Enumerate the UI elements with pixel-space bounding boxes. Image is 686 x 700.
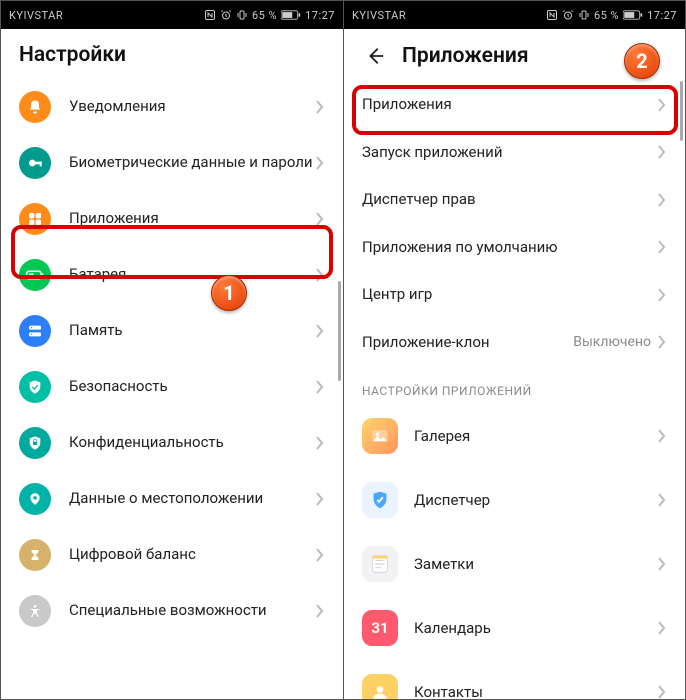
apps-icon: [19, 203, 51, 235]
chevron-right-icon: [657, 621, 667, 635]
settings-item-location[interactable]: Данные о местоположении: [1, 471, 343, 527]
chevron-right-icon: [315, 324, 325, 338]
phone-left: KYIVSTAR 65 % 17:27 Настройки Уведомлени…: [1, 1, 343, 699]
chevron-right-icon: [315, 604, 325, 618]
chevron-right-icon: [657, 429, 667, 443]
time-label: 17:27: [305, 9, 335, 22]
settings-list: Уведомления Биометрические данные и паро…: [1, 75, 343, 639]
page-title: Приложения: [402, 44, 529, 68]
section-header-apps: НАСТРОЙКИ ПРИЛОЖЕНИЙ: [344, 366, 685, 404]
location-icon: [19, 483, 51, 515]
phone-right: KYIVSTAR 65 % 17:27 Приложения Приложени…: [343, 1, 685, 699]
carrier-label: KYIVSTAR: [9, 9, 204, 22]
app-row-contacts[interactable]: Контакты: [344, 660, 685, 699]
apps-item-permissions[interactable]: Диспетчер прав: [344, 176, 685, 224]
gallery-icon: [362, 418, 398, 454]
chevron-right-icon: [315, 436, 325, 450]
app-row-notes[interactable]: Заметки: [344, 532, 685, 596]
scrollbar-thumb[interactable]: [680, 81, 683, 141]
status-bar: KYIVSTAR 65 % 17:27: [344, 1, 685, 29]
step-badge-2: 2: [624, 43, 660, 79]
vibrate-icon: [236, 9, 248, 21]
settings-item-storage[interactable]: Память: [1, 303, 343, 359]
battery-label: 65 %: [252, 9, 277, 22]
battery-icon: [623, 10, 643, 20]
status-bar: KYIVSTAR 65 % 17:27: [1, 1, 343, 29]
chevron-right-icon: [657, 288, 667, 302]
nfc-icon: [546, 9, 558, 21]
key-icon: [19, 147, 51, 179]
alarm-icon: [562, 9, 574, 21]
notes-icon: [362, 546, 398, 582]
chevron-right-icon: [657, 557, 667, 571]
battery-circle-icon: [19, 259, 51, 291]
hourglass-icon: [19, 539, 51, 571]
shield-icon: [362, 482, 398, 518]
header: Настройки: [1, 29, 343, 75]
settings-item-digital-balance[interactable]: Цифровой баланс: [1, 527, 343, 583]
bell-icon: [19, 91, 51, 123]
page-title: Настройки: [19, 43, 126, 67]
settings-item-accessibility[interactable]: Специальные возможности: [1, 583, 343, 639]
status-right: 65 % 17:27: [546, 9, 677, 22]
clone-value: Выключено: [573, 334, 651, 350]
settings-item-battery[interactable]: Батарея: [1, 247, 343, 303]
app-row-gallery[interactable]: Галерея: [344, 404, 685, 468]
chevron-right-icon: [657, 493, 667, 507]
chevron-right-icon: [657, 145, 667, 159]
contacts-icon: [362, 674, 398, 699]
chevron-right-icon: [657, 240, 667, 254]
scrollbar-thumb[interactable]: [338, 281, 341, 381]
chevron-right-icon: [315, 548, 325, 562]
settings-item-notifications[interactable]: Уведомления: [1, 79, 343, 135]
time-label: 17:27: [647, 9, 677, 22]
arrow-left-icon: [364, 45, 386, 67]
chevron-right-icon: [315, 212, 325, 226]
chevron-right-icon: [657, 685, 667, 699]
chevron-right-icon: [657, 335, 667, 349]
chevron-right-icon: [315, 100, 325, 114]
status-right: 65 % 17:27: [204, 9, 335, 22]
chevron-right-icon: [657, 193, 667, 207]
apps-item-clone[interactable]: Приложение-клон Выключено: [344, 319, 685, 367]
back-button[interactable]: [362, 43, 388, 69]
shield-lock-icon: [19, 427, 51, 459]
nfc-icon: [204, 9, 216, 21]
chevron-right-icon: [315, 156, 325, 170]
settings-item-security[interactable]: Безопасность: [1, 359, 343, 415]
app-row-calendar[interactable]: 31 Календарь: [344, 596, 685, 660]
apps-item-apps[interactable]: Приложения: [344, 81, 685, 129]
apps-list: Приложения Запуск приложений Диспетчер п…: [344, 77, 685, 699]
vibrate-icon: [578, 9, 590, 21]
battery-icon: [281, 10, 301, 20]
step-badge-1: 1: [211, 275, 247, 311]
chevron-right-icon: [315, 268, 325, 282]
chevron-right-icon: [315, 380, 325, 394]
settings-item-biometrics[interactable]: Биометрические данные и пароли: [1, 135, 343, 191]
chevron-right-icon: [315, 492, 325, 506]
apps-item-default[interactable]: Приложения по умолчанию: [344, 224, 685, 272]
calendar-icon: 31: [362, 610, 398, 646]
app-row-dispatcher[interactable]: Диспетчер: [344, 468, 685, 532]
settings-item-apps[interactable]: Приложения: [1, 191, 343, 247]
apps-item-launch[interactable]: Запуск приложений: [344, 129, 685, 177]
battery-label: 65 %: [594, 9, 619, 22]
apps-item-game-center[interactable]: Центр игр: [344, 271, 685, 319]
alarm-icon: [220, 9, 232, 21]
settings-item-privacy[interactable]: Конфиденциальность: [1, 415, 343, 471]
chevron-right-icon: [657, 98, 667, 112]
storage-icon: [19, 315, 51, 347]
accessibility-icon: [19, 595, 51, 627]
carrier-label: KYIVSTAR: [352, 9, 546, 22]
shield-check-icon: [19, 371, 51, 403]
